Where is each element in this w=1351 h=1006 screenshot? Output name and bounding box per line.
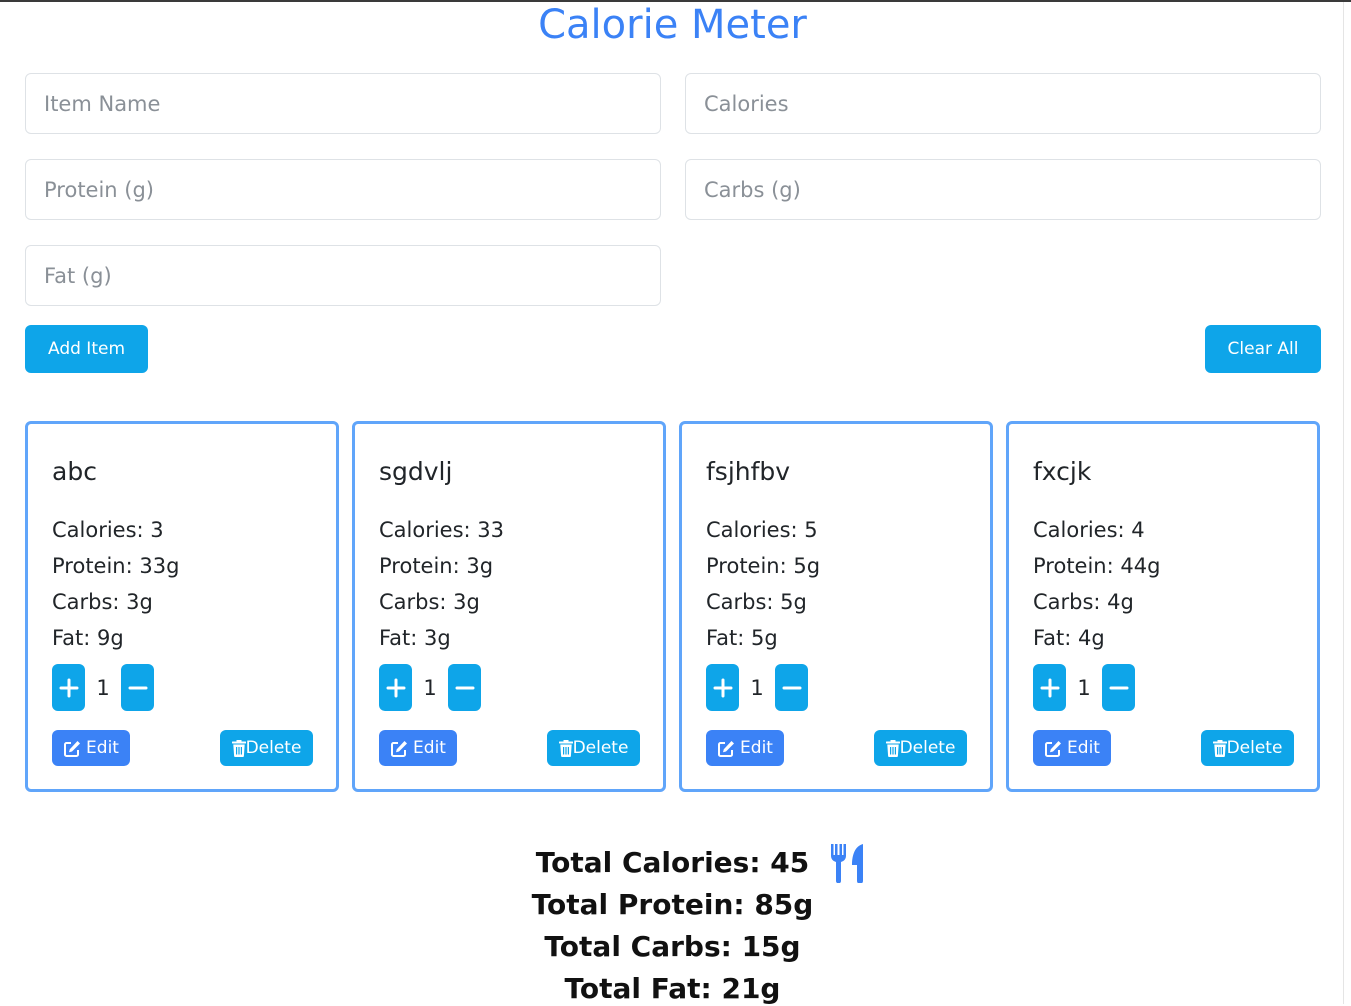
delete-button[interactable]: Delete [547,730,640,766]
plus-icon [713,678,732,697]
food-item-card: fxcjk Calories: 4 Protein: 44g Carbs: 4g… [1006,421,1320,792]
item-fat: Fat: 9g [52,626,124,650]
item-carbs: Carbs: 4g [1033,590,1134,614]
decrease-quantity-button[interactable] [1102,664,1135,711]
item-carbs: Carbs: 3g [379,590,480,614]
quantity-value: 1 [423,676,437,700]
decrease-quantity-button[interactable] [448,664,481,711]
decrease-quantity-button[interactable] [775,664,808,711]
trash-can-icon [885,739,900,757]
increase-quantity-button[interactable] [52,664,85,711]
minus-icon [455,686,474,689]
minus-icon [782,686,801,689]
item-carbs: Carbs: 5g [706,590,807,614]
item-calories: Calories: 5 [706,518,818,542]
plus-icon [59,678,78,697]
delete-label: Delete [1226,738,1283,758]
edit-label: Edit [1067,738,1100,758]
quantity-value: 1 [96,676,110,700]
clear-all-button[interactable]: Clear All [1205,325,1321,373]
item-calories: Calories: 3 [52,518,164,542]
trash-can-icon [1212,739,1227,757]
item-name: fxcjk [1033,457,1092,486]
page-title: Calorie Meter [538,2,807,48]
delete-button[interactable]: Delete [220,730,313,766]
item-fat: Fat: 4g [1033,626,1105,650]
item-name: fsjhfbv [706,457,791,486]
delete-label: Delete [245,738,302,758]
item-protein: Protein: 3g [379,554,494,578]
item-name-input[interactable] [25,73,661,134]
minus-icon [1109,686,1128,689]
item-fat: Fat: 5g [706,626,778,650]
minus-icon [128,686,147,689]
item-carbs: Carbs: 3g [52,590,153,614]
food-item-card: fsjhfbv Calories: 5 Protein: 5g Carbs: 5… [679,421,993,792]
pen-to-square-icon [64,740,81,757]
protein-input[interactable] [25,159,661,220]
total-fat: Total Fat: 21g [564,972,781,1005]
plus-icon [386,678,405,697]
trash-can-icon [558,739,573,757]
delete-label: Delete [899,738,956,758]
decrease-quantity-button[interactable] [121,664,154,711]
increase-quantity-button[interactable] [706,664,739,711]
item-name: abc [52,457,97,486]
delete-button[interactable]: Delete [1201,730,1294,766]
item-calories: Calories: 33 [379,518,505,542]
edit-button[interactable]: Edit [379,730,457,766]
item-name: sgdvlj [379,457,453,486]
pen-to-square-icon [391,740,408,757]
item-protein: Protein: 44g [1033,554,1161,578]
pen-to-square-icon [1045,740,1062,757]
edit-button[interactable]: Edit [1033,730,1111,766]
edit-label: Edit [86,738,119,758]
food-item-card: abc Calories: 3 Protein: 33g Carbs: 3g F… [25,421,339,792]
utensils-icon [831,844,864,883]
item-protein: Protein: 33g [52,554,180,578]
total-calories: Total Calories: 45 [535,846,810,879]
total-protein: Total Protein: 85g [531,888,814,921]
increase-quantity-button[interactable] [379,664,412,711]
total-carbs: Total Carbs: 15g [544,930,801,963]
increase-quantity-button[interactable] [1033,664,1066,711]
edit-button[interactable]: Edit [52,730,130,766]
delete-label: Delete [572,738,629,758]
delete-button[interactable]: Delete [874,730,967,766]
item-calories: Calories: 4 [1033,518,1145,542]
edit-button[interactable]: Edit [706,730,784,766]
quantity-value: 1 [1077,676,1091,700]
fat-input[interactable] [25,245,661,306]
calories-input[interactable] [685,73,1321,134]
add-item-button[interactable]: Add Item [25,325,148,373]
total-calories-row: Total Calories: 45 [0,844,1345,883]
item-fat: Fat: 3g [379,626,451,650]
quantity-value: 1 [750,676,764,700]
trash-can-icon [231,739,246,757]
edit-label: Edit [740,738,773,758]
edit-label: Edit [413,738,446,758]
item-protein: Protein: 5g [706,554,821,578]
carbs-input[interactable] [685,159,1321,220]
food-item-card: sgdvlj Calories: 33 Protein: 3g Carbs: 3… [352,421,666,792]
plus-icon [1040,678,1059,697]
pen-to-square-icon [718,740,735,757]
